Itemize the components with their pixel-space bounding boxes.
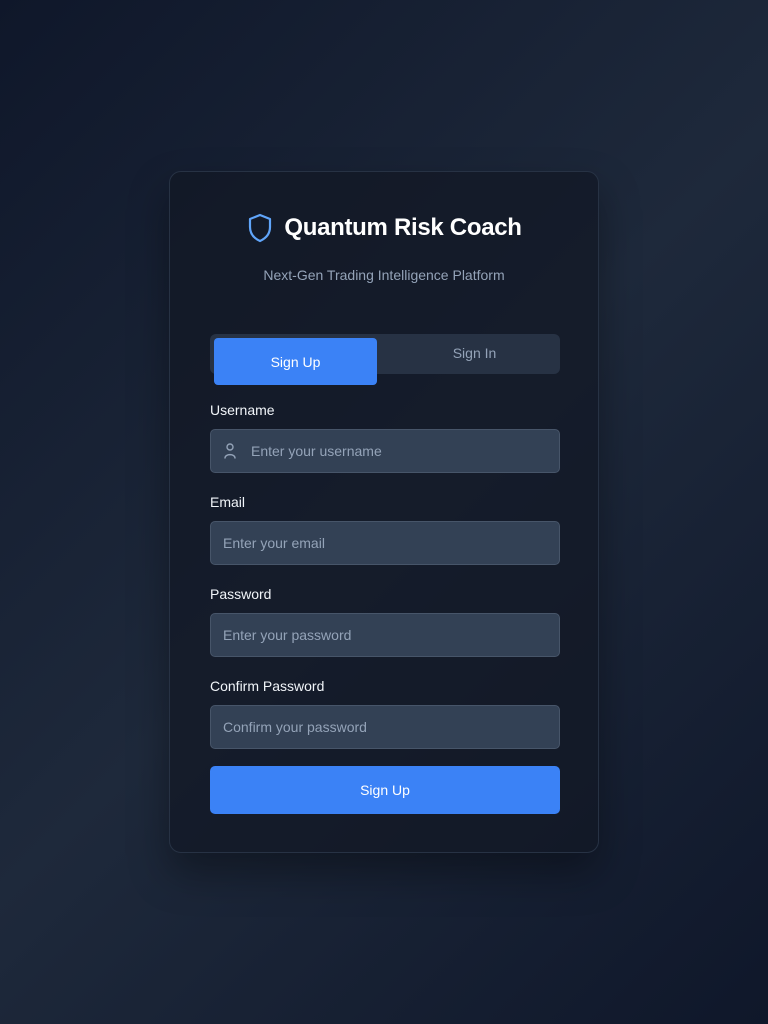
email-field-wrapper <box>210 521 560 565</box>
auth-card: Quantum Risk Coach Next-Gen Trading Inte… <box>169 171 599 853</box>
app-subtitle: Next-Gen Trading Intelligence Platform <box>263 267 505 283</box>
app-title: Quantum Risk Coach <box>284 214 522 241</box>
password-label: Password <box>210 586 272 602</box>
username-input[interactable] <box>211 430 559 472</box>
brand-header: Quantum Risk Coach <box>170 212 598 244</box>
sign-up-button[interactable]: Sign Up <box>210 766 560 814</box>
auth-tabs: Sign Up Sign In <box>210 334 560 385</box>
username-label: Username <box>210 402 275 418</box>
shield-icon <box>246 212 274 244</box>
password-input[interactable] <box>211 614 559 656</box>
email-label: Email <box>210 494 246 510</box>
tab-sign-in[interactable]: Sign In <box>393 338 556 368</box>
tab-sign-up[interactable]: Sign Up <box>214 338 377 385</box>
confirm-password-input[interactable] <box>211 706 559 748</box>
confirm-password-label: Confirm Password <box>210 678 325 694</box>
email-input[interactable] <box>211 522 559 564</box>
user-icon <box>223 442 237 460</box>
password-field-wrapper <box>210 613 560 657</box>
confirm-password-field-wrapper <box>210 705 560 749</box>
username-field-wrapper <box>210 429 560 473</box>
